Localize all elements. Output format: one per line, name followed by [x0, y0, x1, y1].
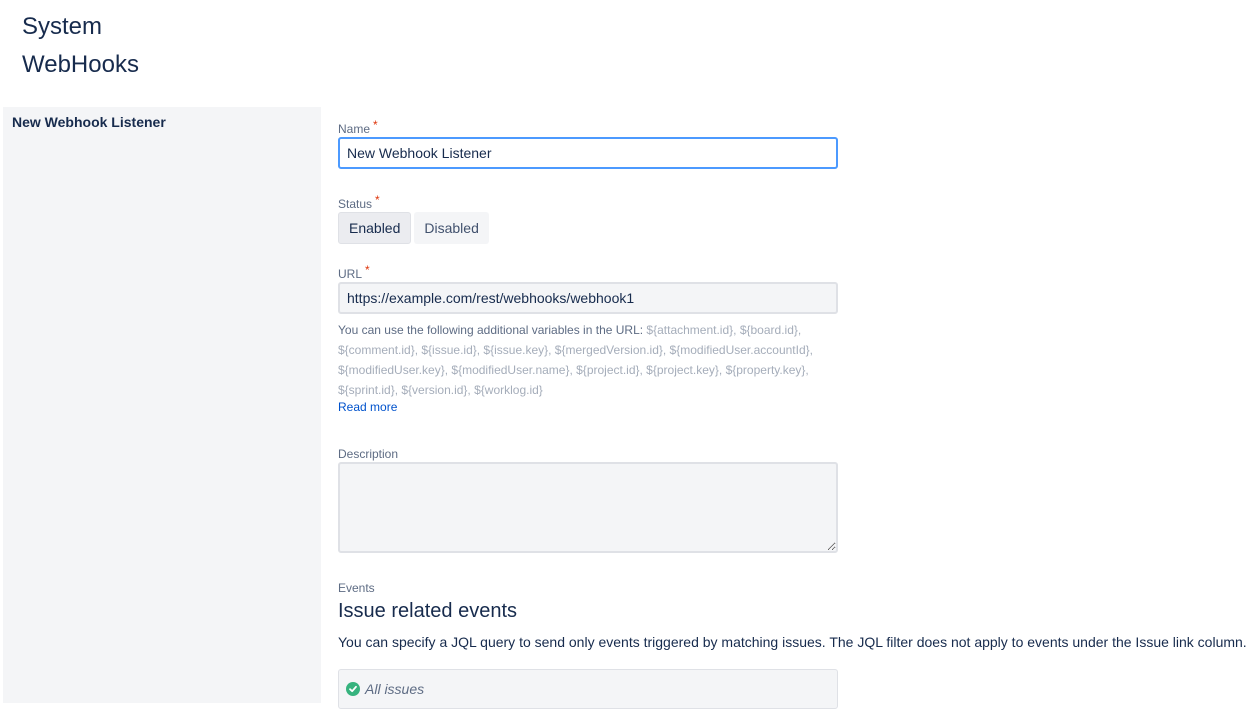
name-input[interactable]	[338, 137, 838, 169]
name-required-mark: *	[373, 118, 378, 132]
url-input[interactable]	[338, 282, 838, 314]
url-help-text: You can use the following additional var…	[338, 320, 818, 400]
url-variables-2: ${comment.id}, ${issue.id}, ${issue.key}…	[338, 343, 813, 357]
name-label-text: Name	[338, 122, 371, 136]
status-label-text: Status	[338, 197, 373, 211]
check-circle-icon	[346, 682, 360, 696]
url-variables-4: ${sprint.id}, ${version.id}, ${worklog.i…	[338, 383, 543, 397]
events-label: Events	[338, 581, 375, 595]
issue-events-heading: Issue related events	[338, 600, 517, 622]
read-more-link[interactable]: Read more	[338, 400, 397, 414]
status-required-mark: *	[375, 193, 380, 207]
description-label: Description	[338, 447, 399, 461]
description-textarea[interactable]	[338, 462, 838, 553]
jql-filter-input[interactable]: All issues	[338, 669, 838, 709]
sidebar: New Webhook Listener	[3, 107, 321, 703]
url-label: URL *	[338, 263, 370, 281]
status-enabled-button[interactable]: Enabled	[338, 212, 412, 244]
page-title-line2: WebHooks	[22, 51, 139, 78]
status-toggle: Enabled Disabled	[338, 212, 489, 244]
url-variables-1: ${attachment.id}, ${board.id},	[646, 323, 802, 337]
name-label: Name *	[338, 118, 378, 136]
jql-filter-value: All issues	[365, 681, 425, 697]
page-title-line1: System	[22, 13, 103, 40]
sidebar-item-new-webhook-listener[interactable]: New Webhook Listener	[12, 114, 166, 130]
status-disabled-button[interactable]: Disabled	[414, 212, 489, 244]
status-label: Status *	[338, 193, 380, 211]
url-help-prefix: You can use the following additional var…	[338, 323, 647, 337]
url-label-text: URL	[338, 267, 363, 281]
url-variables-3: ${modifiedUser.key}, ${modifiedUser.name…	[338, 363, 809, 377]
issue-events-description: You can specify a JQL query to send only…	[338, 634, 1247, 650]
url-required-mark: *	[365, 263, 370, 277]
